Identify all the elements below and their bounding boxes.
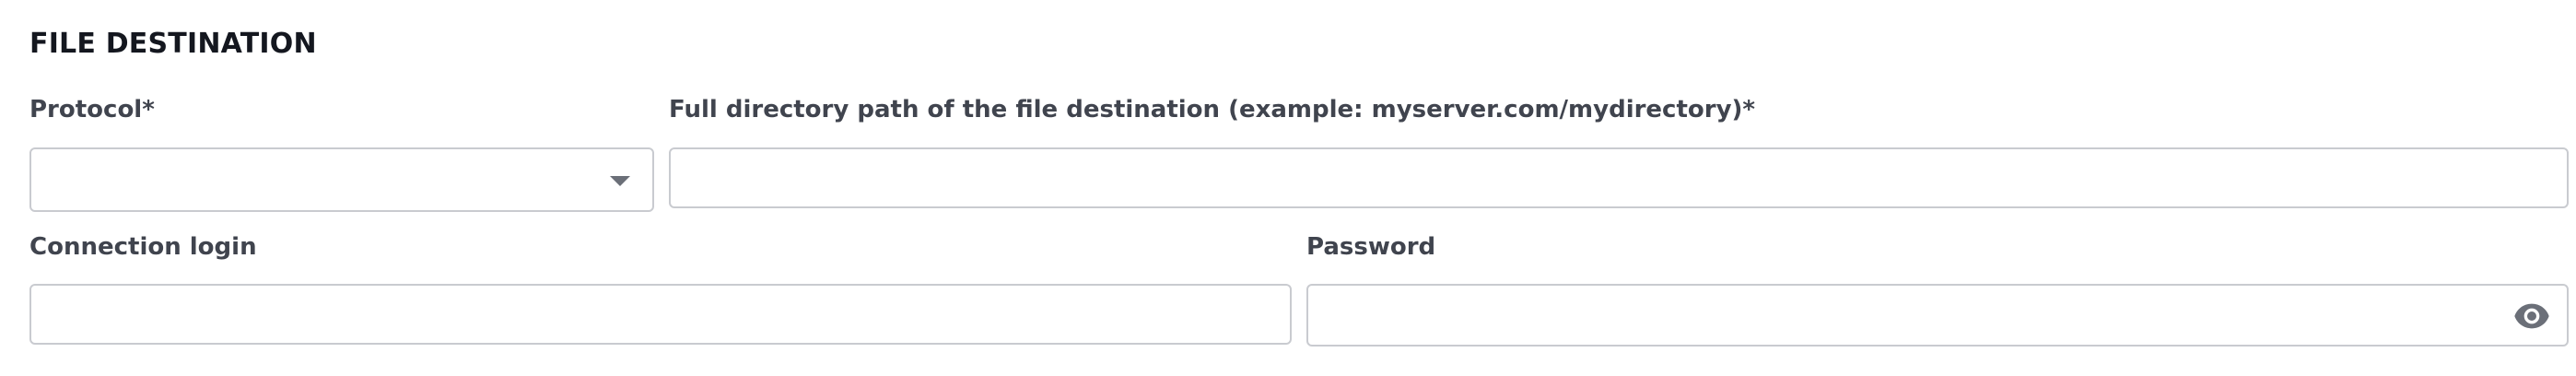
directory-path-input[interactable] [671,149,2567,206]
connection-login-label: Connection login [29,233,257,261]
password-field[interactable] [1306,284,2569,347]
connection-login-field[interactable] [29,284,1292,345]
password-input[interactable] [1308,286,2567,345]
protocol-label: Protocol* [29,96,155,123]
chevron-down-icon[interactable] [610,176,630,186]
directory-path-label: Full directory path of the file destinat… [669,96,1756,123]
password-label: Password [1306,233,1436,261]
directory-path-field[interactable] [669,147,2569,208]
eye-icon[interactable] [2513,302,2550,330]
protocol-select[interactable] [29,147,654,212]
connection-login-input[interactable] [31,286,1290,343]
section-title: FILE DESTINATION [29,28,317,60]
